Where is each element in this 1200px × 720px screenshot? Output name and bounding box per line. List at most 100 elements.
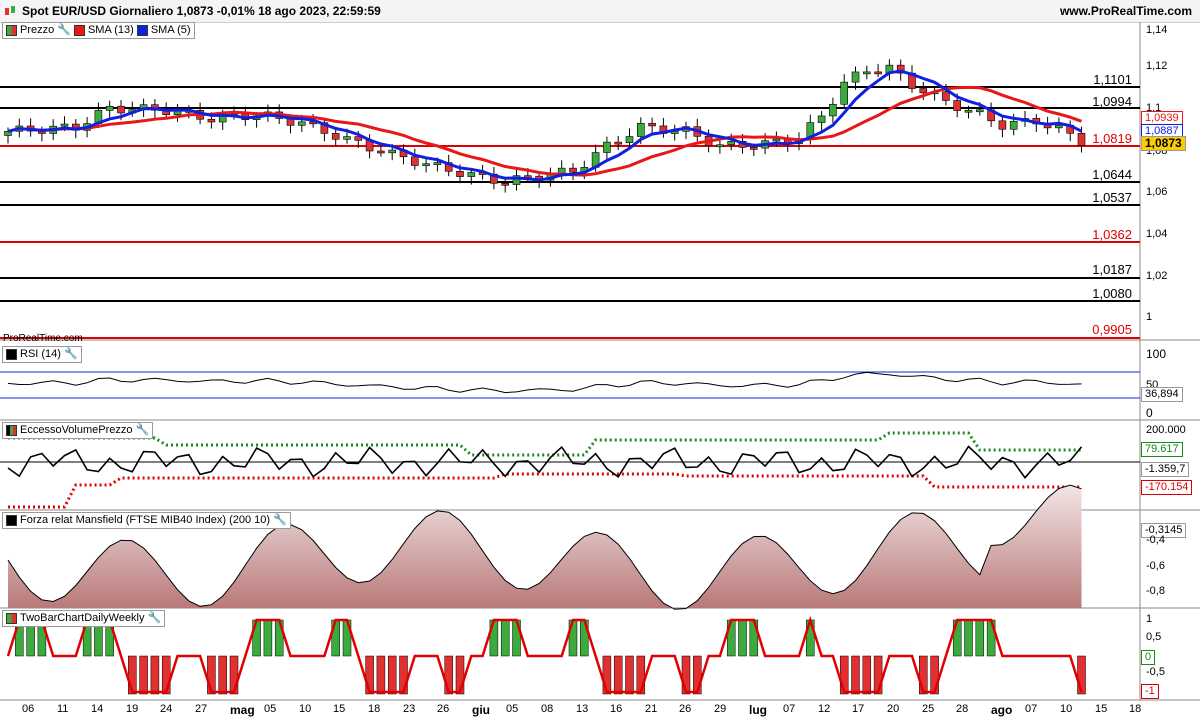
twobar-up-bar: [500, 619, 510, 657]
evp-swatch-icon: [6, 425, 17, 436]
last-price-tag: 1,0873: [1141, 136, 1186, 151]
mansfield-legend[interactable]: Forza relat Mansfield (FTSE MIB40 Index)…: [2, 512, 291, 529]
twobar-up-bar: [738, 619, 747, 657]
y-tick: 1,06: [1146, 186, 1168, 198]
twobar-tick: 1: [1146, 613, 1153, 625]
level-label: 1,0994: [1092, 94, 1132, 109]
candle-body: [207, 118, 216, 123]
sma13-swatch-icon: [73, 25, 85, 36]
candle-body: [817, 115, 826, 123]
evp-lower-band: [8, 472, 1082, 509]
candle-body: [1009, 121, 1018, 130]
x-tick-label: 10: [299, 703, 312, 715]
candle-body: [569, 167, 577, 173]
x-tick-label: 29: [714, 703, 727, 715]
sma5-legend-label: SMA (5): [150, 24, 191, 36]
y-tick: 1: [1146, 311, 1153, 323]
candle-body: [840, 81, 849, 105]
rsi-line: [7, 371, 1082, 394]
twobar-down-bar: [613, 655, 623, 695]
twobar-down-bar: [376, 655, 386, 695]
rsi-swatch-icon: [6, 349, 17, 360]
x-tick-label: lug: [749, 703, 767, 717]
candle-body: [648, 122, 656, 127]
price-legend[interactable]: Prezzo 🔧 SMA (13) SMA (5): [2, 22, 195, 39]
evp-legend[interactable]: EccessoVolumePrezzo 🔧: [2, 422, 154, 439]
level-label: 1,0537: [1092, 190, 1132, 205]
candle-body: [1055, 124, 1063, 129]
candle-body: [625, 136, 634, 143]
x-tick-label: 18: [1129, 703, 1142, 715]
candle-body: [603, 141, 611, 153]
candle-body: [964, 109, 973, 113]
candle-body: [998, 120, 1007, 130]
sma5-swatch-icon: [136, 25, 148, 36]
wrench-icon[interactable]: 🔧: [273, 513, 287, 528]
y-tick: 1,14: [1146, 24, 1168, 36]
candle-body: [388, 149, 397, 154]
candle-body: [343, 136, 351, 140]
wrench-icon[interactable]: 🔧: [64, 347, 78, 362]
mansfield-tick: -0,6: [1146, 560, 1165, 572]
candle-body: [456, 170, 464, 177]
x-tick-label: 07: [1025, 703, 1038, 715]
x-tick-label: 15: [1095, 703, 1108, 715]
x-tick-label: 14: [91, 703, 104, 715]
x-tick-label: 16: [610, 703, 623, 715]
twobar-down-bar: [150, 655, 160, 695]
rsi-legend[interactable]: RSI (14) 🔧: [2, 346, 82, 363]
candle-body: [829, 103, 837, 117]
level-label: 1,1101: [1093, 72, 1132, 87]
sma13-legend-label: SMA (13): [87, 24, 134, 36]
evp-lower-tag: -170.154: [1141, 480, 1193, 495]
twobar-legend[interactable]: TwoBarChartDailyWeekly 🔧: [2, 610, 166, 627]
candle-body: [410, 156, 419, 166]
x-tick-label: 15: [333, 703, 346, 715]
candle-body: [105, 105, 114, 111]
x-tick-label: 13: [576, 703, 589, 715]
twobar-minus-tag: -1: [1141, 684, 1159, 699]
watermark: ProRealTime.com: [3, 333, 83, 344]
x-tick-label: 26: [679, 703, 692, 715]
candle-body: [874, 71, 882, 75]
x-tick-label: 26: [437, 703, 450, 715]
evp-upper-band: [8, 431, 1082, 457]
y-tick: 1,02: [1146, 270, 1168, 282]
level-label: 1,0362: [1092, 227, 1132, 242]
x-tick-label: 10: [1060, 703, 1073, 715]
x-tick-label: 18: [368, 703, 381, 715]
twobar-zero-tag: 0: [1141, 650, 1156, 665]
level-label: 1,0819: [1092, 131, 1132, 146]
x-tick-label: 20: [887, 703, 900, 715]
twobar-down-bar: [625, 655, 634, 695]
candle-body: [377, 150, 385, 154]
sma13-line: [7, 85, 1083, 177]
chart-canvas[interactable]: [0, 0, 1200, 720]
candle-body: [331, 133, 340, 140]
candle-body: [422, 163, 430, 166]
x-tick-label: 25: [922, 703, 935, 715]
candle-body: [1077, 132, 1086, 146]
evp-tick: 200.000: [1146, 424, 1186, 436]
candle-body: [851, 71, 860, 83]
wrench-icon[interactable]: 🔧: [148, 611, 162, 626]
twobar-tick: 0,5: [1146, 631, 1162, 643]
mansfield-tick: -0,8: [1146, 585, 1165, 597]
twobar-up-bar: [964, 619, 973, 657]
level-label: 1,0187: [1092, 262, 1132, 277]
wrench-icon[interactable]: 🔧: [57, 23, 71, 38]
candle-body: [433, 162, 442, 165]
twobar-up-bar: [975, 619, 985, 657]
candle-body: [501, 182, 510, 186]
candle-body: [636, 122, 645, 137]
mansfield-legend-label: Forza relat Mansfield (FTSE MIB40 Index)…: [20, 514, 271, 526]
x-tick-label: 07: [783, 703, 796, 715]
wrench-icon[interactable]: 🔧: [136, 423, 150, 438]
rsi-value-tag: 36,894: [1141, 387, 1183, 402]
x-tick-label: 11: [57, 703, 69, 715]
y-tick: 1,12: [1146, 60, 1168, 72]
candle-body: [975, 109, 984, 113]
candle-body: [942, 91, 950, 101]
x-tick-label: mag: [230, 703, 255, 717]
level-label: 1,0080: [1092, 286, 1132, 301]
